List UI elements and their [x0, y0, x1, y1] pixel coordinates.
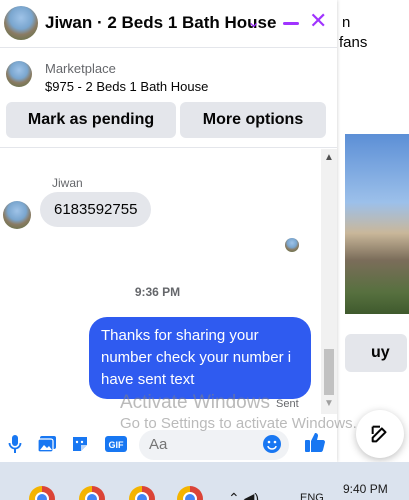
avatar[interactable] [4, 6, 38, 40]
outgoing-message[interactable]: Thanks for sharing your number check you… [89, 317, 311, 399]
chrome-icon[interactable] [129, 486, 155, 500]
background-card: n fans uy [337, 0, 409, 462]
message-status: Sent [276, 398, 299, 410]
buy-button[interactable]: uy [345, 334, 407, 372]
message-input[interactable] [149, 436, 259, 453]
sticker-icon[interactable] [69, 434, 91, 454]
tray-arrows-icon[interactable]: ⌃ ◀) [228, 490, 259, 500]
new-message-button[interactable] [356, 410, 404, 458]
activate-windows-watermark: Activate Windows [120, 392, 270, 413]
avatar[interactable] [3, 201, 31, 229]
chat-header[interactable]: Jiwan · 2 Beds 1 Bath House ⌄ ✕ [0, 0, 337, 48]
microphone-icon[interactable] [4, 434, 26, 454]
photo-icon[interactable] [36, 434, 58, 454]
message-input-wrapper[interactable] [139, 430, 289, 460]
chevron-down-icon[interactable]: ⌄ [247, 12, 260, 32]
scrollbar[interactable]: ▲ ▼ [321, 149, 337, 414]
chrome-icon[interactable] [79, 486, 105, 500]
scroll-up-arrow-icon[interactable]: ▲ [324, 152, 334, 163]
thumbs-up-icon[interactable] [304, 432, 326, 452]
marketplace-label: Marketplace [45, 61, 116, 76]
background-page: n fans uy [337, 0, 409, 462]
incoming-message[interactable]: 6183592755 [40, 192, 152, 227]
listing-title[interactable]: $975 - 2 Beds 1 Bath House [45, 79, 208, 94]
message-timestamp: 9:36 PM [134, 285, 181, 299]
mark-as-pending-button[interactable]: Mark as pending [6, 102, 176, 138]
seen-indicator-avatar [285, 238, 299, 252]
sender-name: Jiwan [52, 176, 83, 190]
more-options-button[interactable]: More options [180, 102, 326, 138]
minimize-icon[interactable] [283, 22, 299, 25]
scroll-down-arrow-icon[interactable]: ▼ [324, 398, 334, 409]
background-text: fans [339, 34, 368, 51]
listing-thumbnail[interactable] [6, 61, 32, 87]
background-text: n [342, 14, 351, 31]
emoji-icon[interactable] [263, 435, 281, 453]
marketplace-panel: Marketplace $975 - 2 Beds 1 Bath House M… [0, 48, 337, 148]
compose-icon [371, 425, 387, 443]
scrollbar-thumb[interactable] [324, 349, 334, 395]
activate-windows-watermark-subtitle: Go to Settings to activate Windows. [120, 415, 357, 432]
svg-text:GIF: GIF [109, 440, 125, 450]
language-indicator[interactable]: ENG [300, 492, 324, 500]
taskbar-clock[interactable]: 9:40 PM [343, 482, 388, 496]
listing-photo[interactable] [345, 134, 409, 314]
chat-title[interactable]: Jiwan · 2 Beds 1 Bath House [45, 13, 276, 33]
taskbar: ⌃ ◀) ENG 9:40 PM [0, 462, 409, 500]
close-icon[interactable]: ✕ [309, 10, 327, 32]
chrome-icon[interactable] [177, 486, 203, 500]
chrome-icon[interactable] [29, 486, 55, 500]
gif-icon[interactable]: GIF [104, 434, 128, 454]
message-list[interactable]: Jiwan 6183592755 9:36 PM Thanks for shar… [0, 149, 321, 414]
